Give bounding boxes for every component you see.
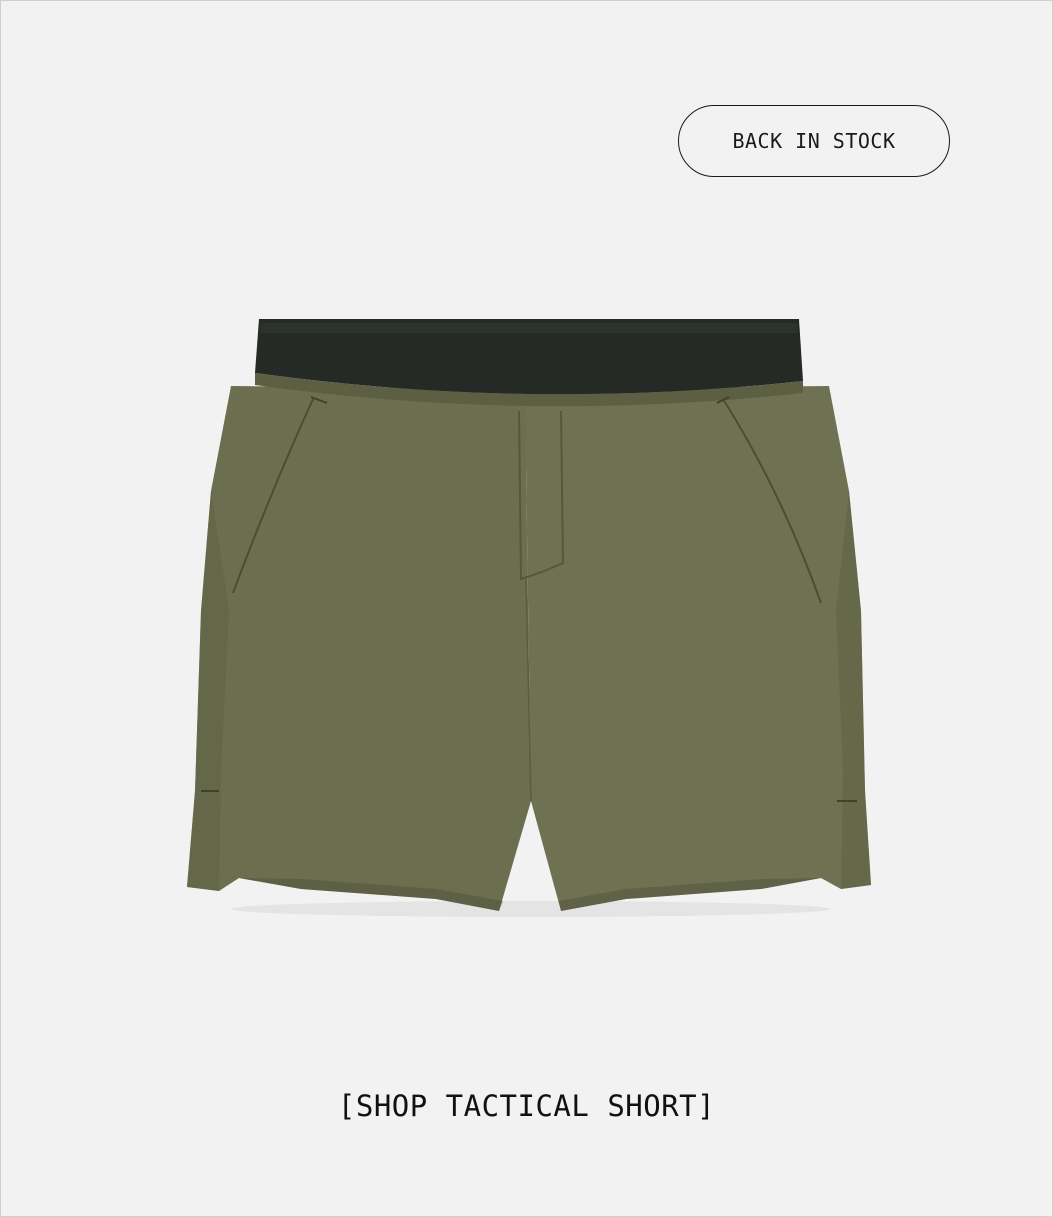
badge-label: BACK IN STOCK bbox=[732, 129, 896, 153]
waistband-highlight bbox=[260, 323, 798, 333]
promo-card: BACK IN STOCK [SHOP TACTICAL SHORT] bbox=[0, 0, 1053, 1217]
right-leg-shape bbox=[526, 386, 871, 911]
shadow-shape bbox=[231, 901, 831, 917]
olive-shorts-image[interactable] bbox=[181, 311, 881, 921]
left-leg-shape bbox=[187, 386, 531, 911]
shop-tactical-short-link[interactable]: [SHOP TACTICAL SHORT] bbox=[1, 1089, 1052, 1123]
back-in-stock-badge: BACK IN STOCK bbox=[678, 105, 950, 177]
